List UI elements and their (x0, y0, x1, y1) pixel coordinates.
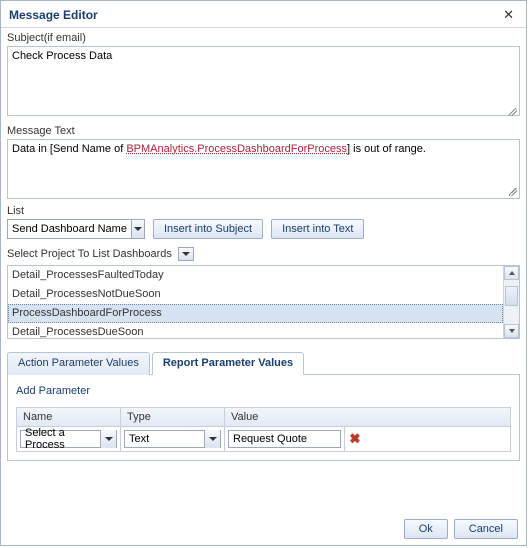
param-value-input[interactable] (228, 430, 341, 448)
list-item[interactable]: Detail_ProcessesFaultedToday (8, 266, 503, 285)
message-text-suffix: ] is out of range. (347, 143, 426, 155)
message-text-prefix: Data in [Send Name of (12, 143, 126, 155)
param-name-value: Select a Process (21, 427, 100, 451)
subject-label: Subject(if email) (7, 32, 520, 44)
tab-report-parameters[interactable]: Report Parameter Values (152, 352, 304, 375)
list-item[interactable]: Detail_ProcessesNotDueSoon (8, 285, 503, 304)
param-type-dropdown[interactable]: Text (124, 430, 221, 448)
scrollbar[interactable] (503, 266, 519, 338)
tabs: Action Parameter Values Report Parameter… (7, 351, 520, 375)
tab-panel: Add Parameter Name Type Value Select a P… (7, 375, 520, 461)
scroll-up-icon[interactable] (504, 266, 519, 280)
col-header-type: Type (121, 408, 225, 426)
message-editor-dialog: Message Editor ✕ Subject(if email) Messa… (0, 0, 527, 546)
scroll-thumb[interactable] (505, 286, 518, 306)
list-dropdown-value: Send Dashboard Name (12, 223, 131, 235)
chevron-down-icon (100, 430, 116, 448)
list-item[interactable]: ProcessDashboardForProcess (8, 304, 503, 323)
delete-row-icon[interactable]: ✖ (350, 431, 361, 447)
projects-label: Select Project To List Dashboards (7, 248, 172, 260)
projects-picker-button[interactable] (178, 247, 194, 261)
list-dropdown[interactable]: Send Dashboard Name (7, 219, 145, 239)
message-label: Message Text (7, 125, 520, 137)
list-item[interactable]: Detail_ProcessesDueSoon (8, 323, 503, 339)
scroll-down-icon[interactable] (504, 324, 519, 338)
dashboards-listbox[interactable]: Detail_ProcessesFaultedToday Detail_Proc… (7, 265, 520, 339)
col-header-name: Name (17, 408, 121, 426)
message-token[interactable]: BPMAnalytics.ProcessDashboardForProcess (126, 143, 347, 155)
cancel-button[interactable]: Cancel (454, 519, 518, 539)
close-icon[interactable]: ✕ (499, 7, 518, 23)
insert-into-subject-button[interactable]: Insert into Subject (153, 219, 263, 239)
chevron-down-icon (204, 430, 220, 448)
subject-input[interactable] (7, 46, 520, 116)
list-label: List (7, 205, 520, 217)
insert-into-text-button[interactable]: Insert into Text (271, 219, 364, 239)
dialog-footer: Ok Cancel (404, 519, 518, 539)
message-input[interactable]: Data in [Send Name of BPMAnalytics.Proce… (7, 139, 520, 199)
table-row: Select a Process Text ✖ (17, 427, 510, 451)
add-parameter-link[interactable]: Add Parameter (16, 385, 511, 397)
param-name-dropdown[interactable]: Select a Process (20, 430, 117, 448)
parameters-table: Name Type Value Select a Process Text (16, 407, 511, 452)
titlebar: Message Editor ✕ (1, 1, 526, 28)
param-type-value: Text (125, 433, 204, 445)
tab-action-parameters[interactable]: Action Parameter Values (7, 352, 150, 375)
dialog-title: Message Editor (9, 8, 98, 22)
col-header-value: Value (225, 408, 510, 426)
chevron-down-icon (131, 220, 144, 238)
ok-button[interactable]: Ok (404, 519, 448, 539)
